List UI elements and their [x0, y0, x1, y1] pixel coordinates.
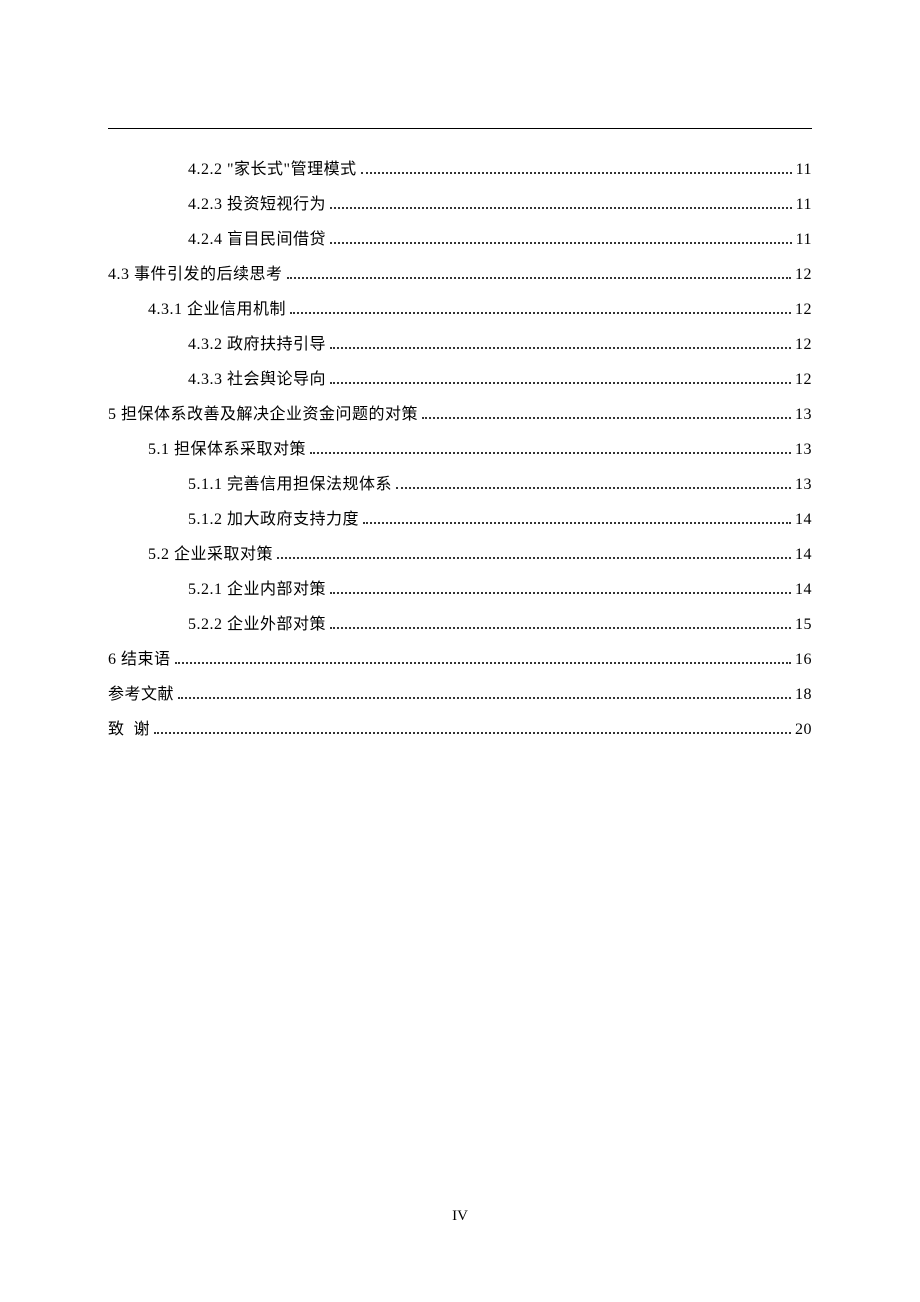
toc-leader-dots: [178, 697, 791, 699]
toc-entry-page: 18: [795, 687, 812, 703]
toc-entry: 5.1.2 加大政府支持力度 14: [108, 512, 812, 528]
toc-leader-dots: [175, 662, 791, 664]
toc-leader-dots: [330, 382, 791, 384]
toc-entry-page: 11: [796, 232, 812, 248]
toc-entry-label: 参考文献: [108, 687, 174, 703]
toc-entry-label: 5.1.2 加大政府支持力度: [188, 512, 359, 528]
toc-entry-page: 14: [795, 512, 812, 528]
toc-entry-page: 13: [795, 442, 812, 458]
toc-leader-dots: [330, 347, 791, 349]
toc-entry: 4.3.1 企业信用机制 12: [108, 302, 812, 318]
toc-entry: 4.3.3 社会舆论导向 12: [108, 372, 812, 388]
toc-entry-page: 12: [795, 302, 812, 318]
toc-entry-label: 致 谢: [108, 722, 150, 738]
toc-entry-page: 16: [795, 652, 812, 668]
toc-entry: 5.2.1 企业内部对策 14: [108, 582, 812, 598]
toc-leader-dots: [290, 312, 791, 314]
toc-entry-label: 4.3.3 社会舆论导向: [188, 372, 326, 388]
toc-leader-dots: [396, 487, 791, 489]
toc-entry: 4.3 事件引发的后续思考 12: [108, 267, 812, 283]
toc-entry-label: 5.2 企业采取对策: [148, 547, 273, 563]
table-of-contents: 4.2.2 "家长式"管理模式114.2.3 投资短视行为114.2.4 盲目民…: [108, 162, 812, 738]
toc-entry-page: 20: [795, 722, 812, 738]
toc-entry-label: 4.2.2 "家长式"管理模式: [188, 162, 357, 178]
toc-entry-label: 5 担保体系改善及解决企业资金问题的对策: [108, 407, 418, 423]
page-number: IV: [0, 1208, 920, 1225]
toc-entry-page: 14: [795, 582, 812, 598]
toc-entry-page: 15: [795, 617, 812, 633]
toc-entry-page: 13: [795, 407, 812, 423]
toc-entry: 5.1.1 完善信用担保法规体系 13: [108, 477, 812, 493]
toc-entry-page: 11: [796, 162, 812, 178]
toc-entry: 4.2.3 投资短视行为 11: [108, 197, 812, 213]
toc-entry: 4.2.2 "家长式"管理模式 11: [108, 162, 812, 178]
toc-entry-label: 4.2.3 投资短视行为: [188, 197, 326, 213]
toc-leader-dots: [330, 627, 791, 629]
toc-entry-label: 5.1 担保体系采取对策: [148, 442, 306, 458]
toc-entry-label: 4.2.4 盲目民间借贷: [188, 232, 326, 248]
toc-entry: 5.2 企业采取对策 14: [108, 547, 812, 563]
toc-entry-page: 12: [795, 337, 812, 353]
toc-entry: 5 担保体系改善及解决企业资金问题的对策 13: [108, 407, 812, 423]
toc-entry: 4.3.2 政府扶持引导 12: [108, 337, 812, 353]
toc-entry: 5.1 担保体系采取对策 13: [108, 442, 812, 458]
toc-entry: 6 结束语 16: [108, 652, 812, 668]
toc-entry-page: 14: [795, 547, 812, 563]
toc-entry-label: 4.3.1 企业信用机制: [148, 302, 286, 318]
toc-entry-label: 6 结束语: [108, 652, 171, 668]
toc-entry: 5.2.2 企业外部对策 15: [108, 617, 812, 633]
toc-entry-label: 5.2.1 企业内部对策: [188, 582, 326, 598]
toc-leader-dots: [277, 557, 791, 559]
toc-leader-dots: [310, 452, 791, 454]
toc-entry-label: 5.1.1 完善信用担保法规体系: [188, 477, 392, 493]
toc-entry-label: 5.2.2 企业外部对策: [188, 617, 326, 633]
toc-entry: 致 谢 20: [108, 722, 812, 738]
toc-entry-page: 12: [795, 372, 812, 388]
toc-leader-dots: [154, 732, 791, 734]
toc-entry: 参考文献 18: [108, 687, 812, 703]
toc-leader-dots: [363, 522, 791, 524]
toc-entry-page: 13: [795, 477, 812, 493]
toc-leader-dots: [422, 417, 791, 419]
toc-leader-dots: [330, 242, 792, 244]
toc-entry-page: 12: [795, 267, 812, 283]
toc-leader-dots: [330, 592, 791, 594]
toc-leader-dots: [330, 207, 792, 209]
toc-entry-label: 4.3 事件引发的后续思考: [108, 267, 283, 283]
toc-leader-dots: [361, 172, 792, 174]
toc-entry-page: 11: [796, 197, 812, 213]
toc-leader-dots: [287, 277, 791, 279]
page-content: 4.2.2 "家长式"管理模式114.2.3 投资短视行为114.2.4 盲目民…: [108, 128, 812, 757]
toc-entry: 4.2.4 盲目民间借贷 11: [108, 232, 812, 248]
toc-entry-label: 4.3.2 政府扶持引导: [188, 337, 326, 353]
